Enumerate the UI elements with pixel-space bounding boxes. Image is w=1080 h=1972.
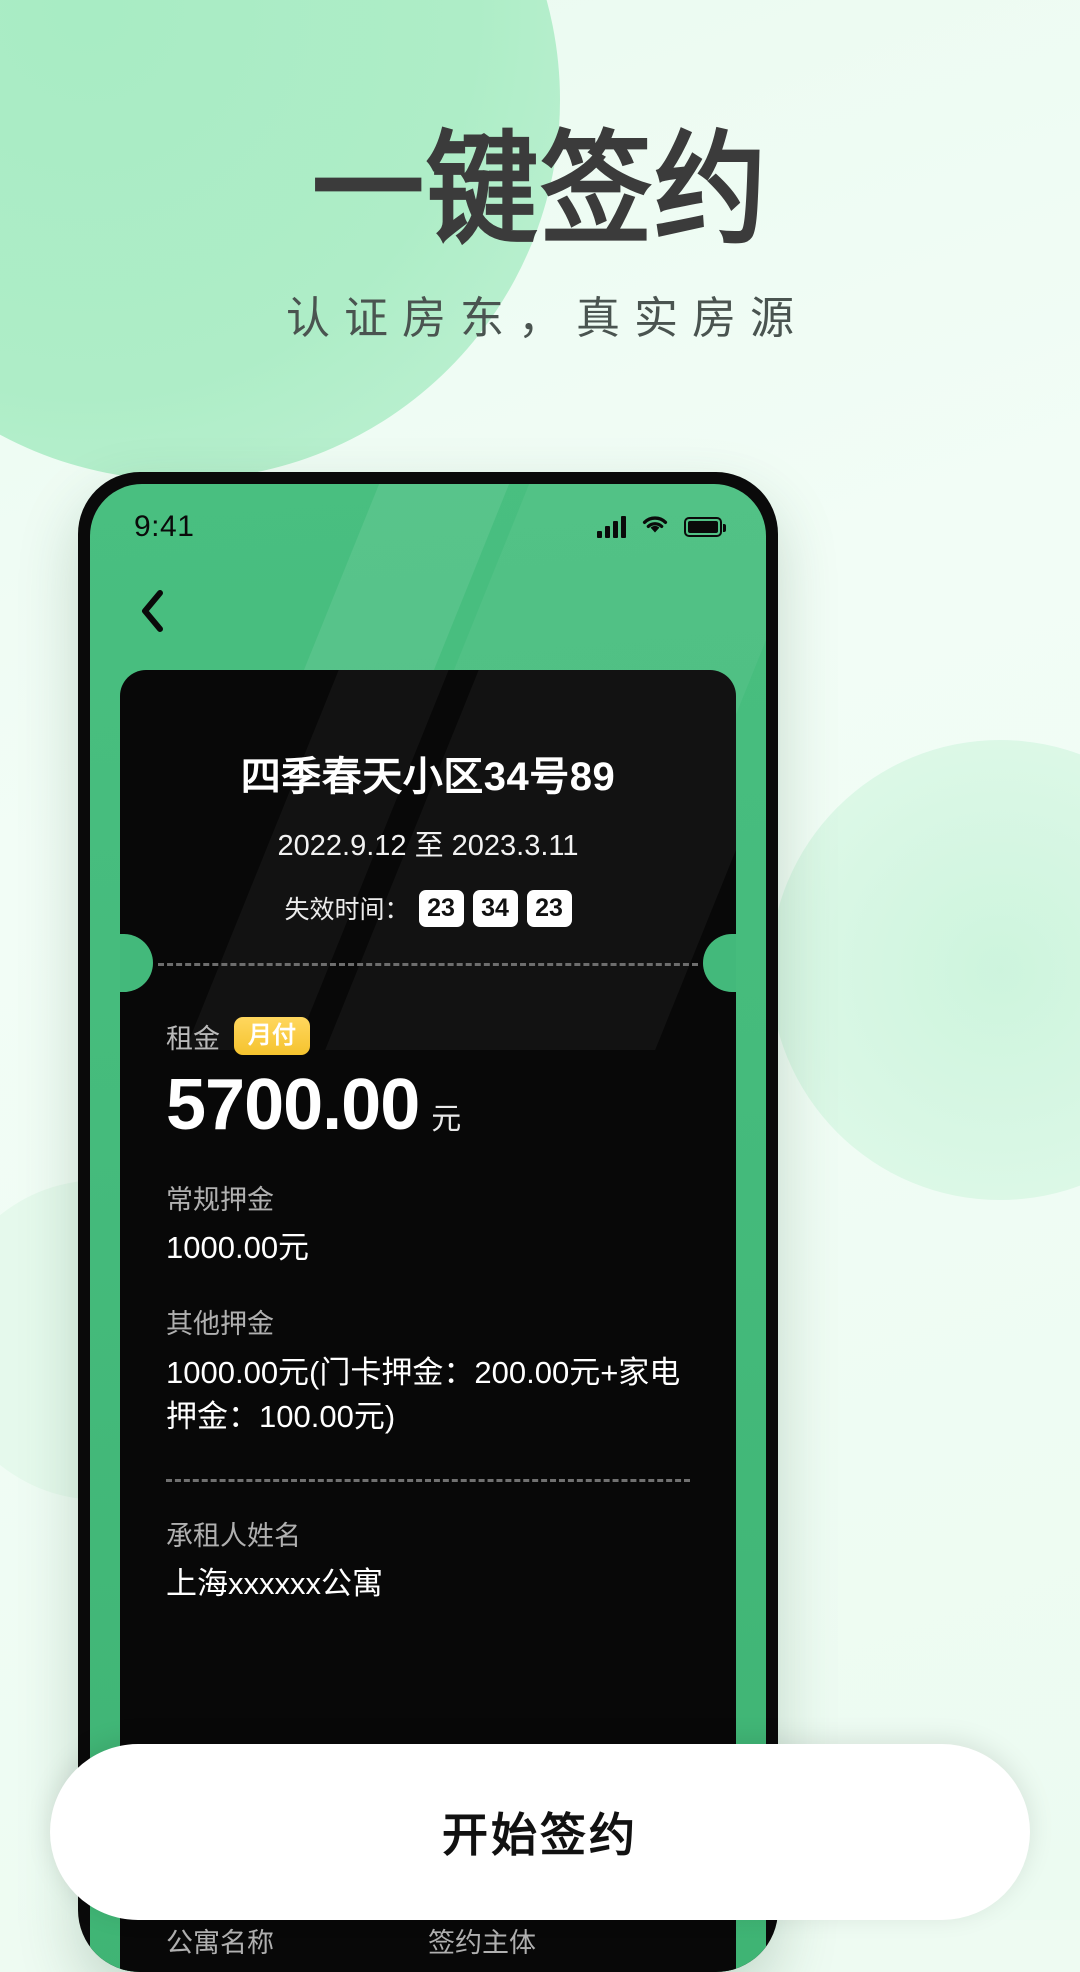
rent-label: 租金: [166, 1023, 220, 1054]
ticket-body: 租金 月付 5700.00 元 常规押金 1000.00元 其他押金 1000.…: [120, 999, 736, 1606]
start-signing-label: 开始签约: [442, 1809, 638, 1861]
ticket-perforation: [120, 927, 736, 999]
property-address: 四季春天小区34号89: [240, 755, 616, 799]
back-button[interactable]: [126, 585, 178, 637]
expiry-label: 失效时间：: [284, 896, 410, 925]
app-nav-bar: [90, 570, 766, 652]
field-value: 1000.00元: [166, 1230, 310, 1266]
field-label: 签约主体: [428, 1928, 536, 1958]
rent-label-row: 租金 月付: [166, 1017, 690, 1056]
payment-cycle-badge: 月付: [234, 1017, 310, 1056]
ticket-header: 四季春天小区34号89 2022.9.12 至 2023.3.11 失效时间： …: [120, 670, 736, 927]
field-label: 公寓名称: [166, 1928, 274, 1958]
field-apartment-name: 公寓名称: [166, 1921, 428, 1960]
field-other-deposit: 其他押金 1000.00元(门卡押金：200.00元+家电押金：100.00元): [166, 1306, 690, 1438]
rent-amount: 5700.00: [166, 1064, 420, 1145]
ticket-notch-left: [120, 933, 153, 992]
cellular-bars-icon: [597, 516, 626, 538]
section-dashed-divider: [166, 1478, 690, 1482]
status-bar-icons: [597, 513, 726, 541]
countdown-seconds: 23: [526, 890, 572, 927]
field-label: 常规押金: [166, 1184, 274, 1215]
field-tenant-name: 承租人姓名 上海xxxxxx公寓: [166, 1518, 690, 1606]
field-signing-entity: 签约主体: [428, 1921, 690, 1960]
poster-subtitle: 认证房东，真实房源: [286, 294, 808, 344]
ticket-notch-right: [703, 933, 736, 992]
chevron-left-icon: [142, 590, 163, 632]
start-signing-button[interactable]: 开始签约: [50, 1744, 1030, 1920]
poster-headline: 一键签约 认证房东，真实房源: [0, 120, 1080, 346]
decorative-blob-right: [770, 740, 1080, 1200]
ticket-bottom-row: 公寓名称 签约主体: [120, 1921, 736, 1972]
field-value: 上海xxxxxx公寓: [166, 1566, 383, 1602]
ticket-dashed-divider: [158, 962, 698, 966]
battery-full-icon: [684, 517, 726, 537]
poster-title: 一键签约: [311, 119, 769, 261]
field-value: 1000.00元(门卡押金：200.00元+家电押金：100.00元): [166, 1354, 681, 1434]
expiry-countdown: 失效时间： 23 34 23: [120, 890, 736, 927]
status-bar-clock: 9:41: [134, 510, 195, 543]
lease-period: 2022.9.12 至 2023.3.11: [277, 830, 579, 862]
status-bar: 9:41: [90, 484, 766, 570]
field-label: 承租人姓名: [166, 1520, 301, 1551]
field-label: 其他押金: [166, 1309, 274, 1340]
wifi-icon: [640, 513, 670, 541]
countdown-minutes: 34: [472, 890, 518, 927]
countdown-hours: 23: [418, 890, 464, 927]
rent-amount-row: 5700.00 元: [166, 1064, 690, 1146]
field-standard-deposit: 常规押金 1000.00元: [166, 1182, 690, 1270]
rent-currency-unit: 元: [431, 1102, 462, 1136]
